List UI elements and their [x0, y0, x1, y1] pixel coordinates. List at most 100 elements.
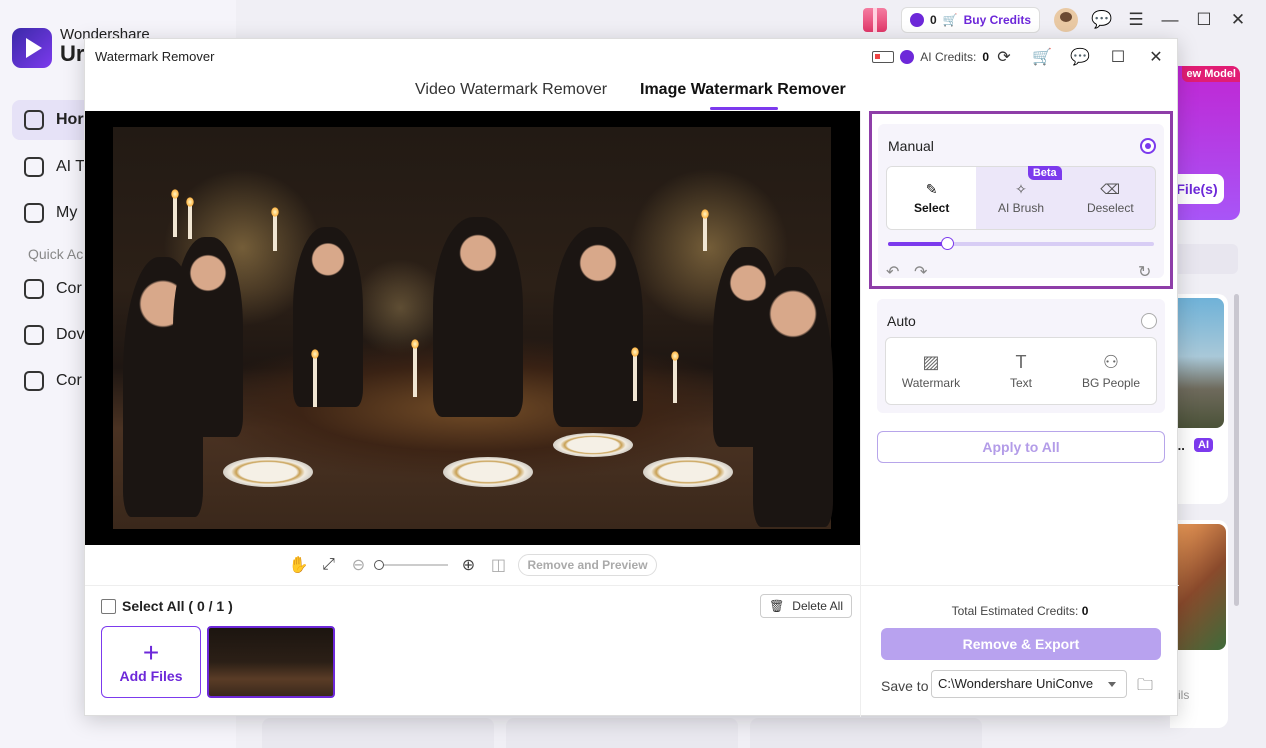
- text-icon: T: [1015, 352, 1027, 372]
- file-thumbnail[interactable]: [207, 626, 335, 698]
- compressor-icon: [24, 371, 44, 391]
- credit-coin-icon: [900, 50, 915, 64]
- folder-icon[interactable]: 🗀: [1137, 674, 1157, 694]
- auto-text-button[interactable]: T Text: [976, 338, 1066, 404]
- image-candle: [186, 197, 194, 239]
- gift-icon[interactable]: [863, 8, 887, 32]
- my-files-icon: [24, 203, 44, 223]
- tab-video-watermark-remover[interactable]: Video Watermark Remover: [415, 81, 607, 99]
- plus-icon: +: [142, 637, 160, 668]
- converter-icon: [24, 279, 44, 299]
- select-all-checkbox[interactable]: [101, 598, 116, 614]
- bg-tile: [506, 718, 738, 748]
- feature-card[interactable]: ... AI: [1170, 294, 1228, 504]
- image-figure: [173, 237, 243, 437]
- fit-screen-icon[interactable]: ⤢: [318, 555, 338, 575]
- feedback-icon[interactable]: 💬: [1091, 10, 1112, 30]
- refresh-icon[interactable]: ⟳: [995, 48, 1013, 66]
- undo-icon[interactable]: ↶: [886, 262, 899, 282]
- image-candle: [701, 209, 709, 251]
- mode-ai-brush-button[interactable]: Beta ✧ AI Brush: [976, 166, 1065, 229]
- magic-wand-icon: ✧: [1015, 181, 1027, 197]
- bg-tile: [750, 718, 982, 748]
- minimize-icon[interactable]: —: [1160, 10, 1180, 30]
- zoom-slider-knob[interactable]: [374, 560, 385, 570]
- mode-select-button[interactable]: ✎ Select: [887, 167, 977, 229]
- preview-image[interactable]: [113, 127, 833, 529]
- bg-scrollbar[interactable]: [1234, 294, 1239, 606]
- menu-icon[interactable]: ☰: [1126, 10, 1146, 30]
- auto-bg-people-button[interactable]: ⚇ BG People: [1066, 338, 1156, 404]
- image-canvas[interactable]: [85, 111, 860, 545]
- auto-section: Auto ▨ Watermark T Text ⚇ BG People: [877, 299, 1165, 413]
- image-candle: [671, 351, 679, 403]
- close-icon[interactable]: ✕: [1147, 48, 1165, 66]
- promo-banner[interactable]: ew Model File(s): [1170, 66, 1240, 220]
- tab-image-watermark-remover[interactable]: Image Watermark Remover: [640, 81, 846, 99]
- home-icon: [24, 110, 44, 130]
- bg-tile: [262, 718, 494, 748]
- active-tab-indicator: [710, 107, 778, 110]
- maximize-icon[interactable]: ☐: [1109, 48, 1127, 66]
- select-all[interactable]: Select All ( 0 / 1 ): [101, 598, 233, 614]
- hand-pan-icon[interactable]: ✋: [288, 555, 309, 575]
- save-path-select[interactable]: C:\Wondershare UniConve: [931, 670, 1127, 698]
- trash-icon: 🗑: [769, 599, 785, 613]
- battery-icon: [872, 51, 895, 63]
- card-text: ils: [1178, 688, 1190, 702]
- close-icon[interactable]: ✕: [1228, 10, 1248, 30]
- redo-icon[interactable]: ↷: [914, 262, 927, 282]
- remove-and-preview-button[interactable]: Remove and Preview: [518, 554, 657, 576]
- zoom-out-icon[interactable]: ⊖: [348, 555, 368, 575]
- avatar[interactable]: [1054, 8, 1078, 32]
- image-plate: [643, 457, 733, 487]
- estimated-credits-value: 0: [1081, 604, 1089, 618]
- ai-tools-icon: [24, 157, 44, 177]
- manual-label: Manual: [888, 138, 934, 154]
- settings-panel: Manual ✎ Select Beta ✧ AI Brush ⌫ Desele…: [860, 111, 1179, 717]
- auto-radio[interactable]: [1141, 313, 1157, 329]
- remove-and-export-button[interactable]: Remove & Export: [881, 628, 1161, 660]
- image-candle: [411, 339, 419, 397]
- compare-icon[interactable]: ◫: [488, 555, 508, 575]
- zoom-in-icon[interactable]: ⊕: [458, 555, 478, 575]
- manual-mode-group: ✎ Select Beta ✧ AI Brush ⌫ Deselect: [886, 166, 1156, 230]
- app-logo: [12, 28, 52, 68]
- brush-size-slider[interactable]: [888, 237, 1154, 250]
- feedback-icon[interactable]: 💬: [1070, 48, 1090, 66]
- image-figure: [553, 227, 643, 427]
- credits-pill[interactable]: 0 🛒 Buy Credits: [901, 7, 1040, 33]
- save-to-label: Save to: [881, 678, 929, 694]
- image-plate: [553, 433, 633, 457]
- export-section: Total Estimated Credits: 0 Remove & Expo…: [861, 585, 1179, 717]
- people-icon: ⚇: [1102, 352, 1120, 372]
- delete-all-button[interactable]: 🗑 Delete All: [760, 594, 852, 618]
- credit-coin-icon: [910, 13, 924, 27]
- estimated-credits: Total Estimated Credits: 0: [951, 604, 1089, 618]
- maximize-icon[interactable]: ☐: [1194, 10, 1214, 30]
- downloader-icon: [24, 325, 44, 345]
- brush-size-knob[interactable]: [940, 237, 954, 250]
- zoom-slider[interactable]: [374, 560, 449, 570]
- dialog-title: Watermark Remover: [95, 49, 215, 64]
- manual-section: Manual ✎ Select Beta ✧ AI Brush ⌫ Desele…: [878, 124, 1164, 281]
- watermark-icon: ▨: [922, 352, 940, 372]
- auto-watermark-button[interactable]: ▨ Watermark: [886, 338, 976, 404]
- manual-radio[interactable]: [1140, 138, 1156, 154]
- mode-deselect-button[interactable]: ⌫ Deselect: [1066, 167, 1155, 229]
- buy-credits-link[interactable]: Buy Credits: [964, 13, 1031, 27]
- dialog-header-controls: AI Credits: 0 ⟳ 🛒 💬 ☐ ✕: [872, 45, 1165, 69]
- image-candle: [631, 347, 639, 401]
- image-plate: [443, 457, 533, 487]
- apply-to-all-button[interactable]: Apply to All: [877, 431, 1165, 463]
- image-figure: [433, 217, 523, 417]
- reset-icon[interactable]: ↻: [1138, 262, 1151, 282]
- promo-add-files-button[interactable]: File(s): [1170, 174, 1224, 204]
- cart-icon[interactable]: 🛒: [1032, 48, 1052, 66]
- manual-section-highlight: Manual ✎ Select Beta ✧ AI Brush ⌫ Desele…: [869, 111, 1173, 289]
- watermark-remover-dialog: Watermark Remover AI Credits: 0 ⟳ 🛒 💬 ☐ …: [84, 38, 1179, 717]
- add-files-button[interactable]: + Add Files: [101, 626, 201, 698]
- bg-search-bar[interactable]: [1170, 244, 1238, 274]
- new-model-badge: ew Model: [1182, 66, 1240, 82]
- image-candle: [171, 189, 179, 237]
